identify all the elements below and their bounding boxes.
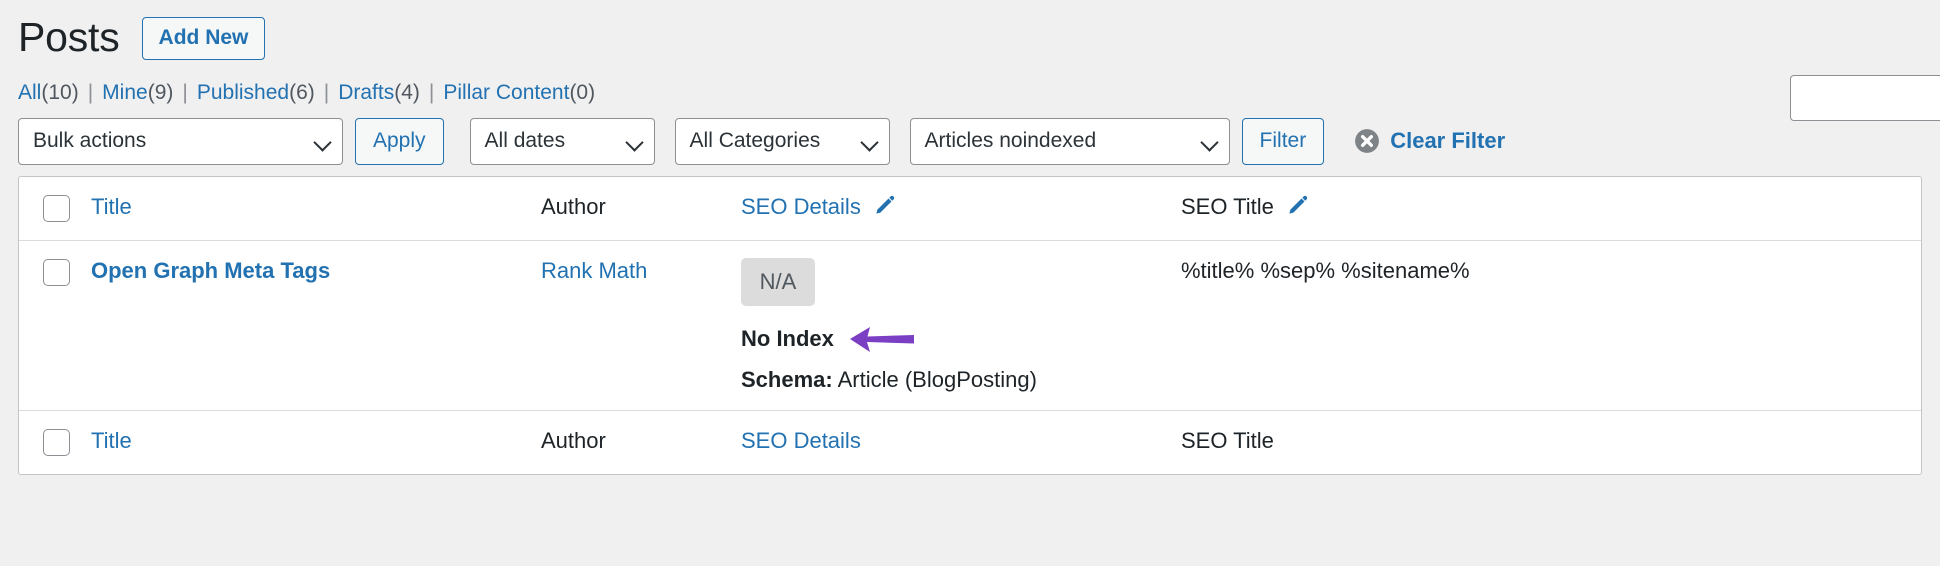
category-filter-select[interactable]: All Categories <box>674 117 890 165</box>
table-row: Open Graph Meta Tags Rank Math N/A No In… <box>19 241 1921 411</box>
column-header-seo-details-link[interactable]: SEO Details <box>741 194 861 219</box>
apply-button[interactable]: Apply <box>355 117 444 165</box>
schema-line: Schema: Article (BlogPosting) <box>741 367 1171 393</box>
table-header-row: Title Author SEO Details SEO Title <box>19 177 1921 241</box>
seo-filter-select[interactable]: Articles noindexed <box>909 117 1230 165</box>
annotation-arrow-icon <box>849 327 914 352</box>
seo-filter-value: Articles noindexed <box>924 129 1097 152</box>
column-header-seo-title-label: SEO Title <box>1181 194 1274 219</box>
seo-title-value: %title% %sep% %sitename% <box>1181 258 1470 283</box>
bulk-actions-select[interactable]: Bulk actions <box>18 117 343 165</box>
index-status-label: No Index <box>741 326 834 351</box>
table-toolbar: Bulk actions Apply All dates All Categor… <box>0 106 1940 168</box>
row-author-cell: Rank Math <box>541 241 741 301</box>
status-link-pillar-content[interactable]: Pillar Content <box>443 81 569 105</box>
column-footer-author-label: Author <box>541 428 606 453</box>
column-footer-title: Title <box>91 411 541 471</box>
chevron-down-icon <box>624 133 644 152</box>
page-title: Posts <box>18 14 120 61</box>
category-filter-value: All Categories <box>689 129 821 152</box>
column-header-title-link[interactable]: Title <box>91 194 132 219</box>
select-all-checkbox[interactable] <box>43 195 70 222</box>
select-all-cell <box>19 177 91 240</box>
filter-button[interactable]: Filter <box>1241 117 1325 165</box>
schema-label: Schema: <box>741 367 833 392</box>
page-header: Posts Add New <box>0 0 1940 62</box>
status-count-pillar-content: (0) <box>569 81 596 104</box>
row-title-cell: Open Graph Meta Tags <box>91 241 541 301</box>
row-select-cell <box>19 241 91 304</box>
add-new-button[interactable]: Add New <box>141 16 266 60</box>
post-author-link[interactable]: Rank Math <box>541 258 647 283</box>
column-header-seo-title: SEO Title <box>1181 177 1921 237</box>
table-footer-row: Title Author SEO Details SEO Title <box>19 411 1921 474</box>
status-count-drafts: (4) <box>394 81 420 104</box>
column-footer-author: Author <box>541 411 741 471</box>
column-footer-seo-title-label: SEO Title <box>1181 428 1274 453</box>
status-separator: | <box>428 81 435 104</box>
column-footer-seo-details: SEO Details <box>741 411 1181 471</box>
status-separator: | <box>323 81 330 104</box>
post-status-filter-links: All (10) | Mine (9) | Published (6) | Dr… <box>0 62 1940 106</box>
chevron-down-icon <box>859 133 879 152</box>
status-link-drafts[interactable]: Drafts <box>338 81 394 105</box>
column-header-title: Title <box>91 177 541 237</box>
clear-filter-icon <box>1355 129 1380 153</box>
row-seo-title-cell: %title% %sep% %sitename% <box>1181 241 1921 301</box>
status-link-mine[interactable]: Mine <box>102 81 148 105</box>
column-header-author: Author <box>541 177 741 237</box>
row-seo-details-cell: N/A No Index Schema: Article (BlogPostin… <box>741 241 1181 410</box>
schema-value: Article (BlogPosting) <box>837 367 1037 392</box>
date-filter-select[interactable]: All dates <box>469 117 655 165</box>
edit-pencil-icon[interactable] <box>1286 194 1309 217</box>
status-link-all[interactable]: All <box>18 81 41 105</box>
column-footer-seo-title: SEO Title <box>1181 411 1921 471</box>
column-header-seo-details: SEO Details <box>741 177 1181 237</box>
column-footer-title-link[interactable]: Title <box>91 428 132 453</box>
clear-filter-link[interactable]: Clear Filter <box>1354 128 1505 154</box>
status-separator: | <box>87 81 94 104</box>
chevron-down-icon <box>313 133 332 152</box>
date-filter-value: All dates <box>484 129 566 152</box>
seo-score-badge: N/A <box>741 258 815 306</box>
search-input[interactable] <box>1790 75 1940 121</box>
column-header-author-label: Author <box>541 194 606 219</box>
status-count-all: (10) <box>41 81 79 104</box>
post-title-link[interactable]: Open Graph Meta Tags <box>91 258 330 283</box>
select-all-footer-checkbox[interactable] <box>43 429 70 456</box>
column-footer-seo-details-link[interactable]: SEO Details <box>741 428 861 453</box>
edit-pencil-icon[interactable] <box>873 194 896 217</box>
bulk-actions-value: Bulk actions <box>33 129 147 152</box>
index-status-line: No Index <box>741 324 1171 354</box>
chevron-down-icon <box>1199 133 1219 152</box>
status-count-published: (6) <box>289 81 315 104</box>
posts-table: Title Author SEO Details SEO Title Open … <box>18 176 1922 475</box>
clear-filter-label: Clear Filter <box>1390 128 1506 153</box>
status-count-mine: (9) <box>147 81 174 104</box>
select-all-footer-cell <box>19 411 91 474</box>
row-select-checkbox[interactable] <box>43 259 70 286</box>
status-link-published[interactable]: Published <box>197 81 289 105</box>
status-separator: | <box>182 81 188 104</box>
